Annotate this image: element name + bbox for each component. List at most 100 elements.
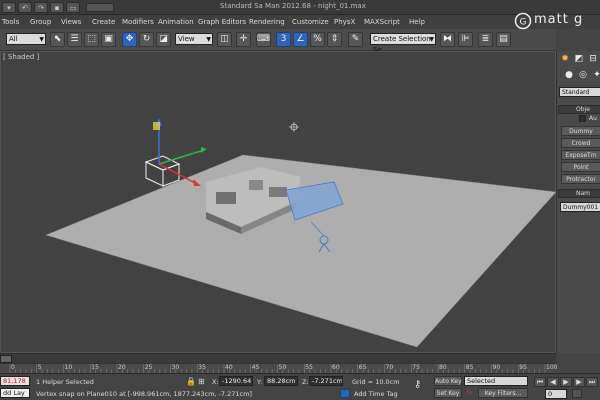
status-bar: 81,178 dd Lay 1 Helper Selected Vertex s… <box>0 373 600 400</box>
crowd-button[interactable]: Crowd <box>561 138 600 148</box>
perspective-viewport[interactable]: [ Shaded ] <box>0 51 557 353</box>
name-color-rollout[interactable]: Nam <box>558 189 600 198</box>
menu-views[interactable]: Views <box>61 16 81 28</box>
create-tab[interactable]: ✹ <box>559 53 571 65</box>
key-mode-dropdown[interactable]: Selected <box>464 376 528 386</box>
main-toolbar: All ▼ ⬉ ☰ ⬚ ▣ ✥ ↻ ◪ View ▼ ◫ ✛ ⌨ 3 ∠ % ⇕ ✎… <box>0 29 556 54</box>
viewport-label[interactable]: [ Shaded ] <box>3 53 39 61</box>
hierarchy-tab[interactable]: ⊟ <box>587 53 599 65</box>
graphite-tools-button[interactable]: ▤ <box>496 32 511 47</box>
menu-create[interactable]: Create <box>92 16 115 28</box>
x-coordinate-field[interactable]: -1290.641c <box>219 376 253 386</box>
pivot-center-button[interactable]: ◫ <box>217 32 232 47</box>
add-time-tag-button[interactable]: Add Time Tag <box>354 390 398 398</box>
exposetm-button[interactable]: ExposeTm <box>561 150 600 160</box>
save-button[interactable]: ▪ <box>50 2 64 13</box>
auto-key-button[interactable]: Auto Key <box>434 376 462 386</box>
set-key-button[interactable]: Set Key <box>434 388 462 398</box>
track-tick-label: 15 <box>91 364 99 371</box>
lock-selection-icon[interactable]: 🔒 <box>186 377 196 386</box>
undo-button[interactable]: ↶ <box>18 2 32 13</box>
lights-category[interactable]: ✦ <box>591 69 600 81</box>
menu-physx[interactable]: PhysX <box>334 16 355 28</box>
layers-icon: ≣ <box>481 34 490 44</box>
scale-button[interactable]: ◪ <box>156 32 171 47</box>
maxscript-listener-output[interactable]: 81,178 <box>0 376 30 386</box>
key-filters-button[interactable]: Key Filters... <box>478 388 528 398</box>
named-selection-dropdown[interactable]: Create Selection Se ▼ <box>370 33 436 54</box>
go-to-end-button[interactable]: ⏭ <box>586 377 598 387</box>
manipulate-icon: ✛ <box>239 34 248 44</box>
selection-filter-value: All <box>9 35 18 43</box>
track-bar[interactable]: 0 5 10 15 20 25 30 35 40 45 50 55 60 65 70 75 80 85 90 95 10… <box>0 363 557 374</box>
spinner-snap-button[interactable]: ⇕ <box>327 32 342 47</box>
time-slider-handle[interactable] <box>0 355 12 363</box>
menu-tools[interactable]: Tools <box>2 16 19 28</box>
category-dropdown[interactable]: Standard <box>559 87 600 97</box>
ground-plane[interactable] <box>45 154 557 348</box>
move-button[interactable]: ✥ <box>122 32 137 47</box>
menu-maxscript[interactable]: MAXScript <box>364 16 400 28</box>
mirror-button[interactable]: ⧓ <box>440 32 455 47</box>
modify-tab[interactable]: ◩ <box>573 53 585 65</box>
menu-customize[interactable]: Customize <box>292 16 329 28</box>
target-marker[interactable] <box>289 122 299 132</box>
track-tick-label: 70 <box>385 364 394 371</box>
current-frame-field[interactable]: 0 <box>545 389 567 399</box>
protractor-button[interactable]: Protractor <box>561 174 600 184</box>
edit-named-selection-button[interactable]: ✎ <box>348 32 363 47</box>
select-manipulate-button[interactable]: ✛ <box>236 32 251 47</box>
selection-filter-dropdown[interactable]: All ▼ <box>6 33 46 45</box>
pivot-icon: ◫ <box>220 34 229 44</box>
object-type-rollout[interactable]: Obje <box>558 105 600 114</box>
menu-bar: Tools Group Views Create Modifiers Anima… <box>0 15 600 29</box>
z-coordinate-field[interactable]: -7.271cm <box>309 376 343 386</box>
maxscript-listener-input[interactable]: dd Lay <box>0 388 30 398</box>
select-by-name-button[interactable]: ☰ <box>67 32 82 47</box>
dummy-button[interactable]: Dummy <box>561 126 600 136</box>
angle-snap-button[interactable]: ∠ <box>293 32 308 47</box>
track-tick-label: 65 <box>358 364 367 371</box>
dummy-helper[interactable] <box>144 155 181 187</box>
rotate-button[interactable]: ↻ <box>139 32 154 47</box>
app-menu-button[interactable]: ▾ <box>2 2 16 13</box>
time-tag-icon[interactable] <box>340 389 350 398</box>
shapes-category[interactable]: ◎ <box>577 69 589 81</box>
menu-modifiers[interactable]: Modifiers <box>122 16 154 28</box>
key-icon[interactable]: ⚷ <box>414 379 421 390</box>
project-folder-button[interactable]: ▭ <box>66 2 80 13</box>
select-object-button[interactable]: ⬉ <box>50 32 65 47</box>
menu-rendering[interactable]: Rendering <box>249 16 285 28</box>
menu-graph-editors[interactable]: Graph Editors <box>198 16 246 28</box>
autogrid-checkbox[interactable] <box>579 115 586 122</box>
y-coordinate-field[interactable]: 88.28cm <box>264 376 298 386</box>
window-crossing-button[interactable]: ▣ <box>101 32 116 47</box>
time-slider[interactable] <box>0 353 556 363</box>
object-name-field[interactable]: Dummy001 <box>560 202 600 212</box>
go-to-start-button[interactable]: ⏮ <box>534 377 546 387</box>
next-frame-button[interactable]: ▶ <box>573 377 585 387</box>
region-select-button[interactable]: ⬚ <box>84 32 99 47</box>
absolute-mode-icon[interactable]: ⊞ <box>198 377 205 386</box>
point-button[interactable]: Point <box>561 162 600 172</box>
building-wall <box>269 187 287 197</box>
keyboard-shortcut-button[interactable]: ⌨ <box>256 32 271 47</box>
workspace-dropdown[interactable] <box>86 3 114 12</box>
menu-help[interactable]: Help <box>409 16 425 28</box>
percent-snap-button[interactable]: % <box>310 32 325 47</box>
layer-manager-button[interactable]: ≣ <box>478 32 493 47</box>
ribbon-icon: ▤ <box>499 34 508 44</box>
snaps-toggle-button[interactable]: 3 <box>276 32 291 47</box>
track-tick-label: 45 <box>251 364 260 371</box>
menu-animation[interactable]: Animation <box>158 16 194 28</box>
geometry-category[interactable]: ● <box>563 69 575 81</box>
object-type-header: Obje <box>576 106 590 113</box>
track-tick-label: 75 <box>412 364 420 371</box>
reference-coordinate-dropdown[interactable]: View ▼ <box>175 33 213 45</box>
play-button[interactable]: ▶ <box>560 377 572 387</box>
previous-frame-button[interactable]: ◀ <box>547 377 559 387</box>
menu-group[interactable]: Group <box>30 16 51 28</box>
redo-button[interactable]: ↷ <box>34 2 48 13</box>
align-button[interactable]: ⊫ <box>458 32 473 47</box>
time-config-button[interactable] <box>572 389 582 398</box>
